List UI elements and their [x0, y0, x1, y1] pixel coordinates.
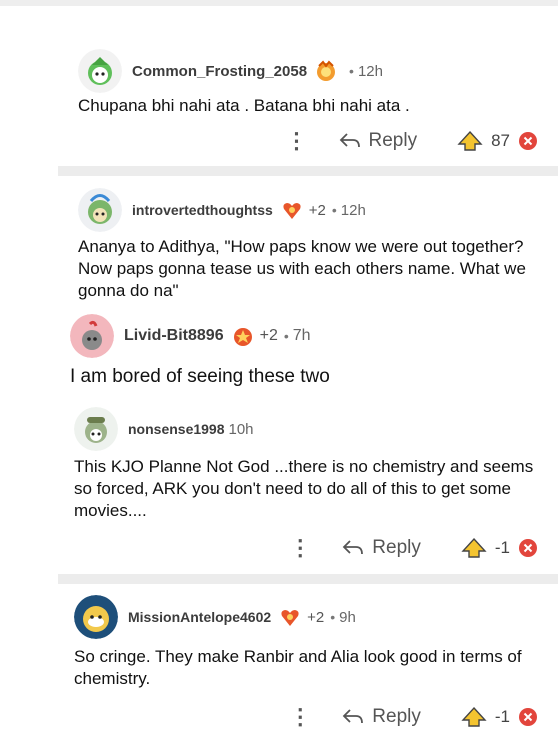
comment-header: MissionAntelope4602 +2 • 9h — [74, 595, 356, 639]
award-count: +2 — [307, 608, 325, 626]
separator-dot: • — [283, 328, 289, 344]
downvote-icon[interactable] — [518, 707, 538, 727]
username[interactable]: Common_Frosting_2058 — [132, 63, 307, 80]
upvote-icon[interactable] — [461, 706, 487, 728]
award-icon — [279, 606, 301, 628]
upvote-icon[interactable] — [457, 130, 483, 152]
comment-body: This KJO Planne Not God ...there is no c… — [74, 457, 534, 520]
award-icon — [281, 199, 303, 221]
reply-button[interactable]: Reply — [339, 130, 418, 152]
top-divider — [0, 0, 558, 6]
upvote-icon[interactable] — [461, 537, 487, 559]
timestamp: 9h — [339, 608, 356, 626]
reply-label: Reply — [372, 706, 421, 727]
comment-body: Chupana bhi nahi ata . Batana bhi nahi a… — [78, 96, 410, 115]
comment-actions: ⋮ Reply -1 — [288, 703, 538, 731]
comment-actions: ⋮ Reply 87 — [285, 127, 539, 155]
comment-body: So cringe. They make Ranbir and Alia loo… — [74, 647, 522, 688]
comment-header: introvertedthoughtss +2 • 12h — [78, 188, 366, 232]
more-options-icon[interactable]: ⋮ — [288, 706, 312, 728]
timestamp: 10h — [228, 420, 254, 438]
downvote-icon[interactable] — [518, 538, 538, 558]
avatar[interactable] — [70, 314, 114, 358]
comment-actions: ⋮ Reply -1 — [288, 534, 538, 562]
comment-body: Ananya to Adithya, "How paps know we wer… — [78, 237, 526, 300]
comment-header: nonsense1998 10h — [74, 407, 254, 451]
separator-dot: • — [331, 202, 337, 218]
timestamp: 7h — [292, 327, 311, 344]
vote-score: 87 — [491, 131, 510, 150]
award-icon — [232, 325, 254, 347]
more-options-icon[interactable]: ⋮ — [288, 537, 312, 559]
reply-label: Reply — [372, 537, 421, 558]
more-options-icon[interactable]: ⋮ — [285, 130, 309, 152]
comment-header: Livid-Bit8896 +2 • 7h — [70, 314, 311, 358]
reply-button[interactable]: Reply — [342, 706, 421, 728]
username[interactable]: MissionAntelope4602 — [128, 609, 271, 625]
downvote-icon[interactable] — [518, 131, 538, 151]
separator-dot: • — [330, 609, 336, 625]
timestamp: 12h — [357, 62, 383, 80]
separator-dot: • — [349, 63, 354, 79]
reply-arrow-icon — [343, 540, 364, 555]
avatar[interactable] — [74, 595, 118, 639]
reply-button[interactable]: Reply — [342, 537, 421, 559]
avatar[interactable] — [78, 188, 122, 232]
comment-header: Common_Frosting_2058 • 12h — [78, 49, 383, 93]
thread-divider — [58, 574, 558, 584]
vote-score: -1 — [494, 538, 510, 557]
award-count: +2 — [308, 201, 326, 219]
timestamp: 12h — [340, 201, 366, 219]
username[interactable]: introvertedthoughtss — [132, 202, 273, 218]
award-count: +2 — [259, 327, 278, 344]
award-icon — [315, 60, 337, 82]
avatar[interactable] — [78, 49, 122, 93]
username[interactable]: nonsense1998 — [128, 421, 225, 437]
comment-body: I am bored of seeing these two — [70, 366, 330, 387]
avatar[interactable] — [74, 407, 118, 451]
reply-label: Reply — [368, 130, 418, 151]
reply-arrow-icon — [339, 133, 360, 148]
thread-divider — [58, 166, 558, 176]
username[interactable]: Livid-Bit8896 — [124, 327, 224, 345]
reply-arrow-icon — [343, 709, 364, 724]
vote-score: -1 — [494, 707, 510, 726]
